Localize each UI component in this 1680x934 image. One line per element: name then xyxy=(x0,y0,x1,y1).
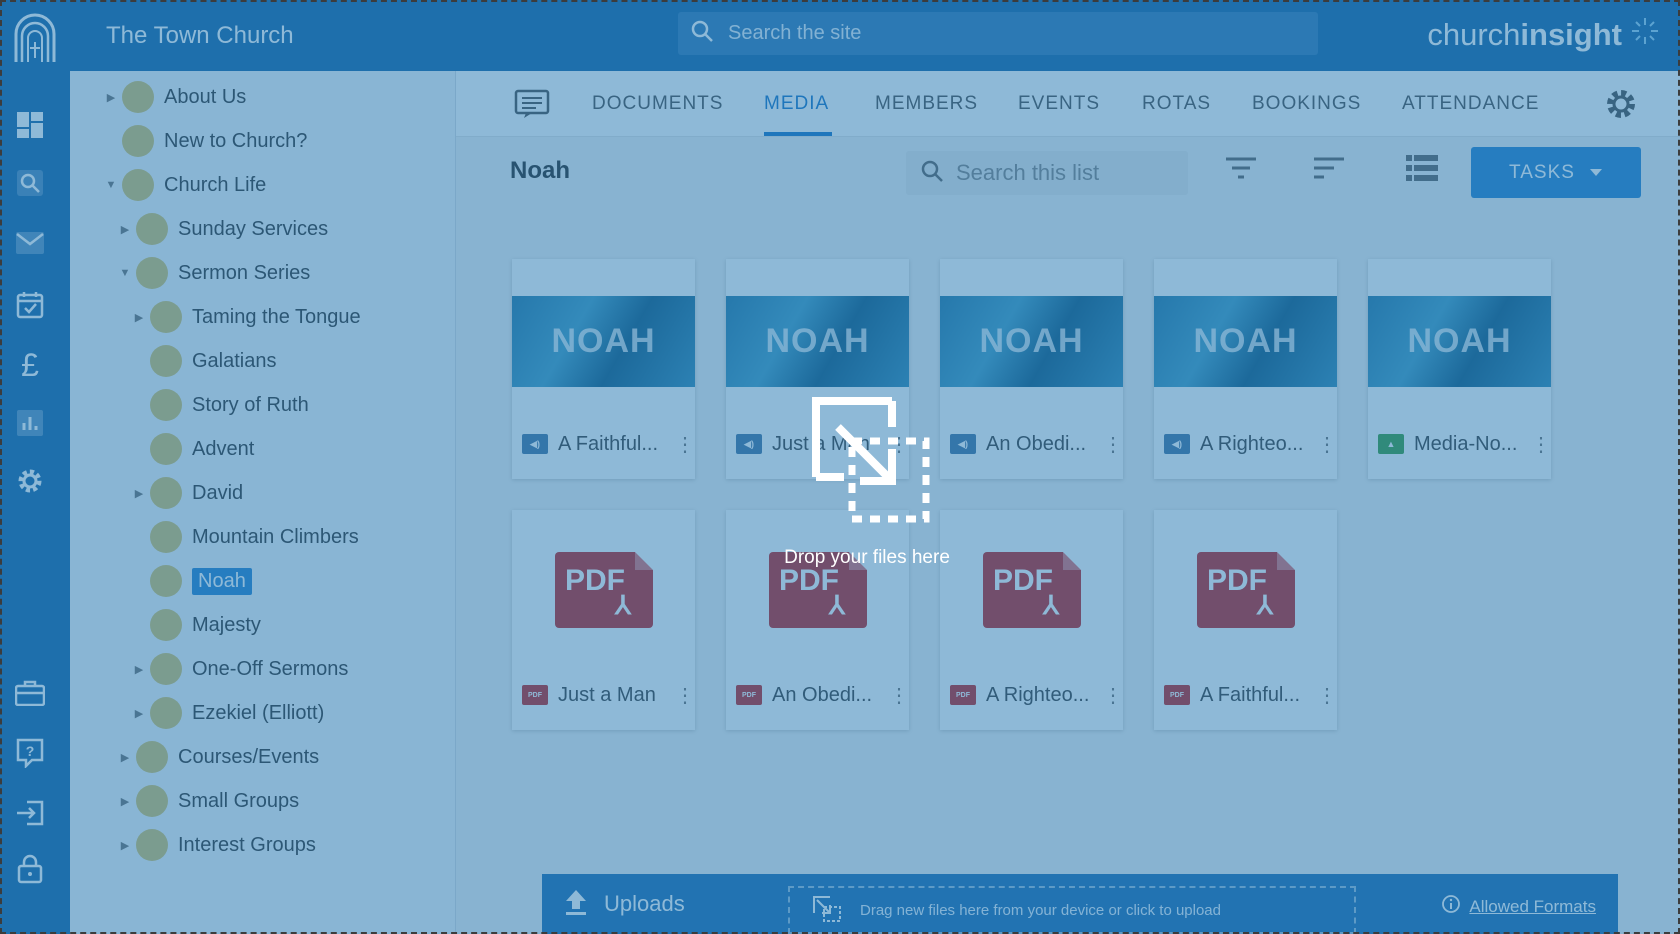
drop-message: Drop your files here xyxy=(702,397,1032,577)
drop-message-text: Drop your files here xyxy=(784,547,950,568)
drop-overlay[interactable]: Drop your files here xyxy=(0,0,1680,934)
